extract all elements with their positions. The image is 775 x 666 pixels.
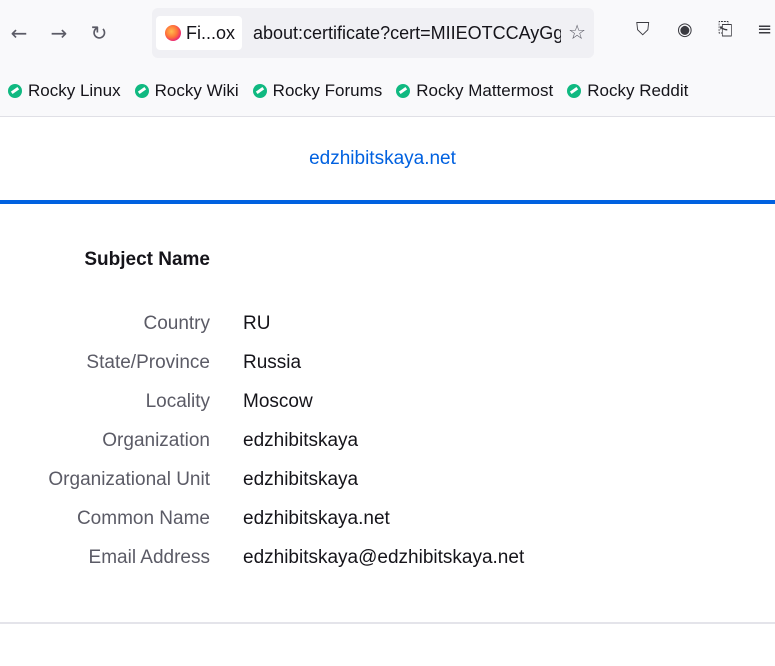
field-row-organization: Organization edzhibitskaya: [0, 426, 775, 456]
field-label: Organizational Unit: [48, 469, 210, 490]
bookmark-label: Rocky Linux: [28, 81, 121, 100]
field-row-country: Country RU: [0, 309, 775, 339]
field-row-email: Email Address edzhibitskaya@edzhibitskay…: [0, 543, 775, 573]
arrow-right-icon[interactable]: →: [48, 20, 70, 46]
account-icon[interactable]: ◉: [677, 19, 693, 40]
reload-icon[interactable]: ↻: [88, 20, 110, 46]
arrow-left-icon[interactable]: ←: [8, 20, 30, 46]
field-label: Locality: [145, 391, 210, 412]
pocket-icon[interactable]: ⛉: [636, 19, 650, 40]
field-label: Email Address: [88, 547, 210, 568]
field-value: RU: [243, 313, 271, 334]
rocky-icon: [567, 84, 582, 98]
bookmark-rocky-wiki[interactable]: Rocky Wiki: [134, 81, 239, 101]
rocky-icon: [252, 84, 267, 98]
rocky-icon: [134, 84, 149, 98]
field-row-state: State/Province Russia: [0, 348, 775, 378]
certificate-tab[interactable]: edzhibitskaya.net: [309, 148, 456, 170]
hamburger-menu-icon[interactable]: ≡: [757, 19, 772, 40]
bookmarks-toolbar: Rocky Linux Rocky Wiki Rocky Forums Rock…: [0, 66, 775, 117]
field-value: Moscow: [243, 391, 313, 412]
field-value: edzhibitskaya: [243, 469, 359, 490]
browser-toolbar: ← → ↻ Fi...ox about:certificate?cert=MII…: [0, 0, 775, 66]
identity-label: Fi...ox: [186, 22, 236, 43]
url-text[interactable]: about:certificate?cert=MIIEOTCCAyGg: [253, 8, 561, 58]
field-row-common-name: Common Name edzhibitskaya.net: [0, 504, 775, 534]
bookmark-label: Rocky Reddit: [587, 81, 689, 100]
subject-name-section: Subject Name Country RU State/Province R…: [0, 204, 775, 624]
field-value: edzhibitskaya.net: [243, 508, 390, 529]
firefox-logo-icon: [165, 25, 181, 41]
field-value: Russia: [243, 352, 302, 373]
bookmark-rocky-linux[interactable]: Rocky Linux: [8, 81, 121, 101]
field-label: Organization: [102, 430, 210, 451]
extensions-icon[interactable]: ⎗: [718, 19, 732, 40]
bookmark-rocky-mattermost[interactable]: Rocky Mattermost: [396, 81, 553, 101]
bookmark-rocky-reddit[interactable]: Rocky Reddit: [567, 81, 688, 101]
bookmark-label: Rocky Mattermost: [416, 81, 554, 100]
field-value: edzhibitskaya@edzhibitskaya.net: [243, 547, 525, 568]
field-row-org-unit: Organizational Unit edzhibitskaya: [0, 465, 775, 495]
certificate-tab-header: edzhibitskaya.net: [0, 117, 775, 204]
bookmark-rocky-forums[interactable]: Rocky Forums: [252, 81, 383, 101]
bookmark-label: Rocky Forums: [272, 81, 383, 100]
field-label: Common Name: [76, 508, 210, 529]
star-icon[interactable]: ☆: [568, 20, 586, 44]
rocky-icon: [396, 84, 411, 98]
identity-box[interactable]: Fi...ox: [156, 16, 242, 50]
section-title: Subject Name: [84, 249, 210, 270]
field-value: edzhibitskaya: [243, 430, 359, 451]
field-label: Country: [143, 313, 210, 334]
url-bar[interactable]: Fi...ox about:certificate?cert=MIIEOTCCA…: [152, 8, 594, 58]
rocky-icon: [8, 84, 22, 98]
field-row-locality: Locality Moscow: [0, 387, 775, 417]
field-label: State/Province: [86, 352, 210, 373]
bookmark-label: Rocky Wiki: [154, 81, 239, 100]
